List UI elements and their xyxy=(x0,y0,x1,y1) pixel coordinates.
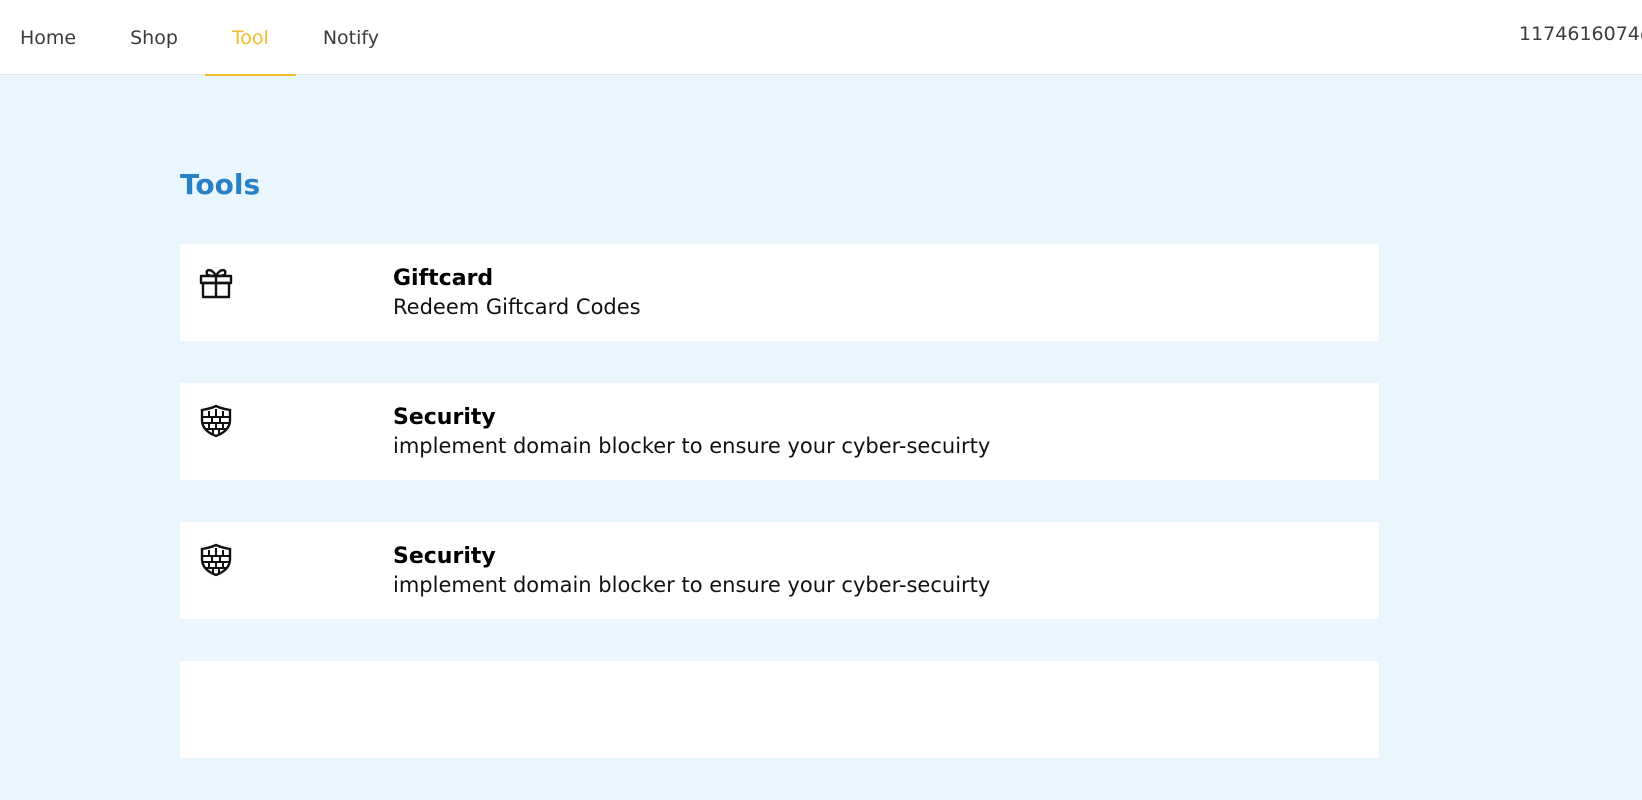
gift-icon xyxy=(198,264,234,300)
shield-firewall-icon xyxy=(198,403,234,439)
nav-tool[interactable]: Tool xyxy=(204,0,296,76)
tool-text: Security implement domain blocker to ens… xyxy=(393,403,990,461)
user-account-label[interactable]: 1174616074@ xyxy=(1519,0,1642,68)
tool-name: Security xyxy=(393,405,496,430)
page-title: Tools xyxy=(180,168,261,201)
tool-name: Giftcard xyxy=(393,266,494,291)
tool-description: implement domain blocker to ensure your … xyxy=(393,573,991,597)
tool-description: implement domain blocker to ensure your … xyxy=(393,434,991,458)
tool-text: Giftcard Redeem Giftcard Codes xyxy=(393,264,641,322)
shield-firewall-icon xyxy=(198,542,234,578)
tool-card-giftcard[interactable]: Giftcard Redeem Giftcard Codes xyxy=(180,244,1379,341)
tool-description: Redeem Giftcard Codes xyxy=(393,295,641,319)
tool-list: Giftcard Redeem Giftcard Codes Security … xyxy=(180,244,1379,800)
top-navigation-bar: Home Shop Tool Notify 1174616074@ xyxy=(0,0,1642,76)
tool-text: Security implement domain blocker to ens… xyxy=(393,542,990,600)
nav-shop[interactable]: Shop xyxy=(103,0,205,75)
main-nav: Home Shop Tool Notify xyxy=(0,0,406,76)
nav-notify[interactable]: Notify xyxy=(296,0,406,75)
tool-card-partial[interactable] xyxy=(180,661,1379,758)
nav-home[interactable]: Home xyxy=(0,0,103,75)
tool-name: Security xyxy=(393,544,496,569)
tool-card-security[interactable]: Security implement domain blocker to ens… xyxy=(180,383,1379,480)
tool-card-security[interactable]: Security implement domain blocker to ens… xyxy=(180,522,1379,619)
